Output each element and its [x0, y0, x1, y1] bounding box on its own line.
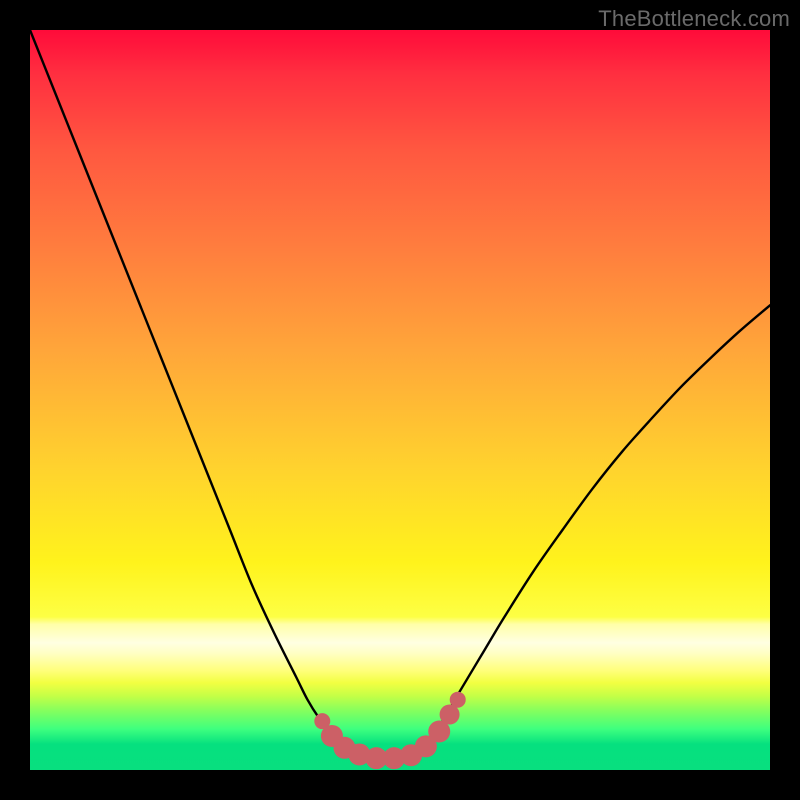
- bottleneck-curve: [30, 30, 770, 759]
- trough-marker: [450, 692, 466, 708]
- chart-frame: TheBottleneck.com: [0, 0, 800, 800]
- plot-area: [30, 30, 770, 770]
- trough-markers: [314, 692, 465, 769]
- chart-svg: [30, 30, 770, 770]
- watermark-text: TheBottleneck.com: [598, 6, 790, 32]
